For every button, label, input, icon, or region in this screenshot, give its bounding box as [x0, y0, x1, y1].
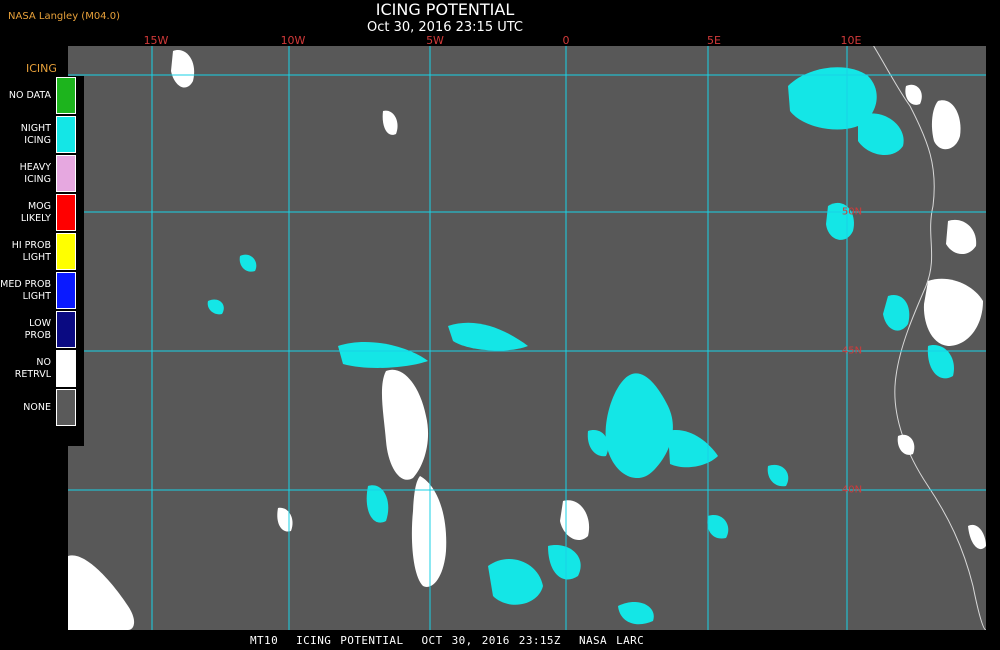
legend-label: LOW PROB [24, 317, 51, 341]
legend-swatch [56, 350, 76, 387]
legend-item: MED PROB LIGHT [0, 271, 84, 310]
legend-swatch [56, 155, 76, 192]
legend-label: HI PROB LIGHT [11, 239, 51, 263]
icing-map [68, 46, 986, 630]
legend-label: NO RETRVL [14, 356, 51, 380]
legend-item: NONE [0, 388, 84, 427]
lat-label-45n: 45N [841, 345, 863, 357]
legend-label: NO DATA [8, 89, 51, 101]
legend-swatch [56, 194, 76, 231]
legend-item: HEAVY ICING [0, 154, 84, 193]
lat-label-40n: 40N [841, 484, 863, 496]
legend-item: NO DATA [0, 76, 84, 115]
legend: NO DATA NIGHT ICING HEAVY ICING MOG LIKE… [0, 76, 84, 446]
legend-swatch [56, 233, 76, 270]
legend-swatch [56, 272, 76, 309]
legend-swatch [56, 389, 76, 426]
lat-label-50n: 50N [841, 206, 863, 218]
legend-item: LOW PROB [0, 310, 84, 349]
legend-title: ICING [26, 62, 57, 75]
legend-label: MED PROB LIGHT [0, 278, 51, 302]
map-background [68, 46, 986, 630]
legend-label: MOG LIKELY [20, 200, 51, 224]
legend-item: NIGHT ICING [0, 115, 84, 154]
page-title: ICING POTENTIAL [375, 0, 515, 19]
legend-swatch [56, 311, 76, 348]
legend-label: NIGHT ICING [20, 122, 51, 146]
legend-item: MOG LIKELY [0, 193, 84, 232]
footer-caption: MT10 ICING POTENTIAL OCT 30, 2016 23:15Z… [250, 634, 645, 647]
page-subtitle: Oct 30, 2016 23:15 UTC [367, 20, 523, 35]
legend-swatch [56, 77, 76, 114]
legend-label: HEAVY ICING [19, 161, 51, 185]
legend-swatch [56, 116, 76, 153]
legend-item: HI PROB LIGHT [0, 232, 84, 271]
legend-item: NO RETRVL [0, 349, 84, 388]
legend-label: NONE [23, 401, 51, 413]
